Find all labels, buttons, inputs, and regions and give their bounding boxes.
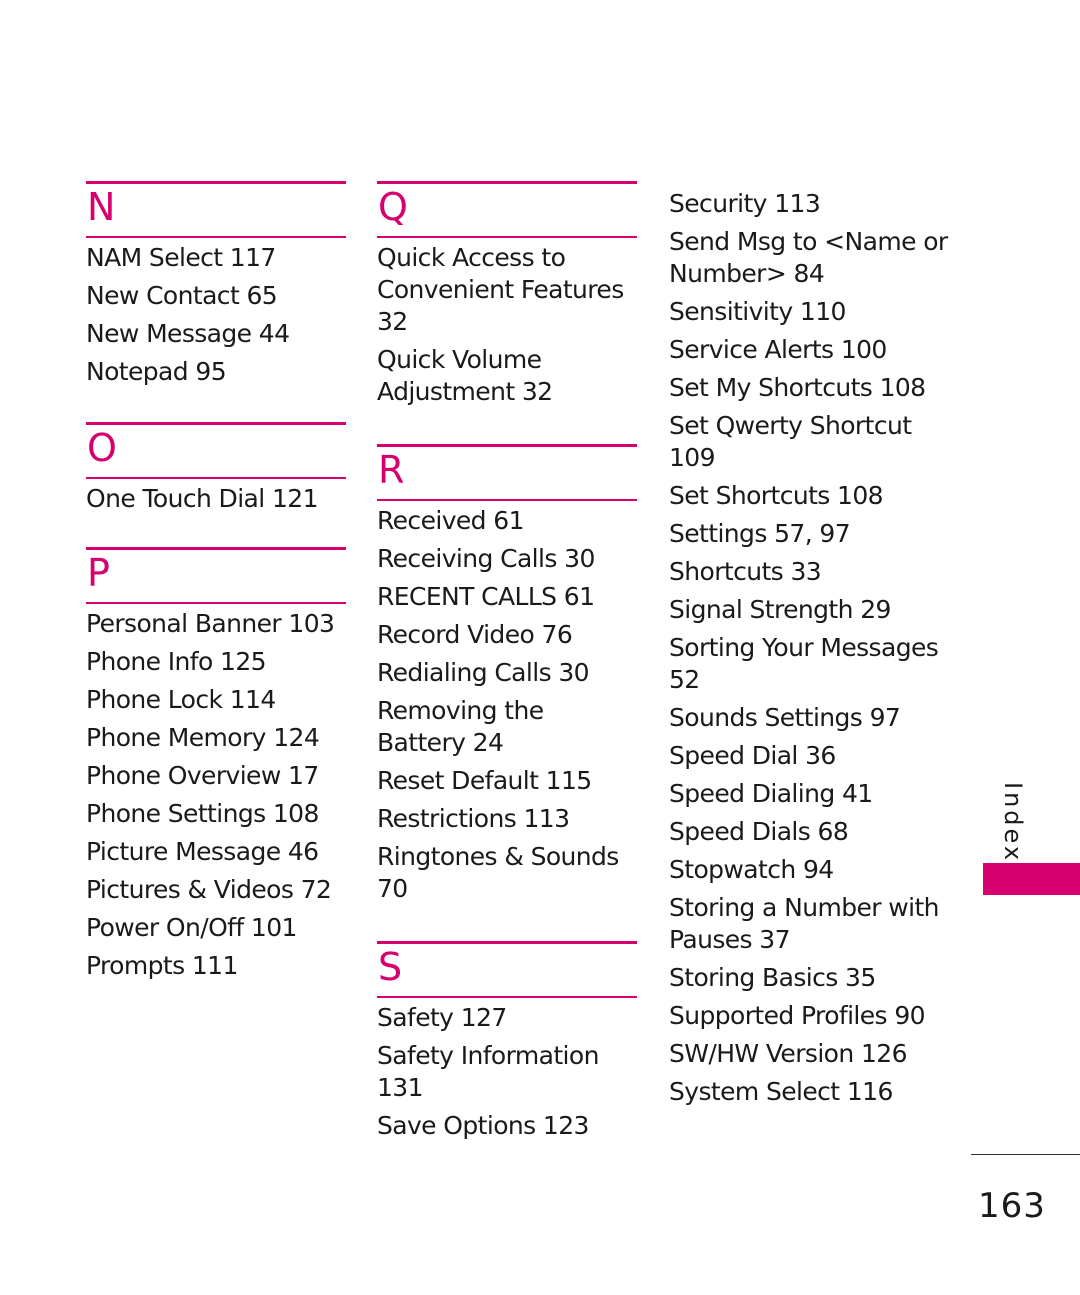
index-entry: Sorting Your Messages 52	[669, 633, 939, 694]
index-entry: Record Video 76	[377, 620, 573, 649]
section-rule-bottom	[377, 236, 637, 238]
index-entry: Quick Access to Convenient Features 32	[377, 243, 624, 336]
index-entry: Notepad 95	[86, 357, 227, 386]
section-letter: Q	[378, 185, 408, 229]
index-column-2: Q Quick Access to Convenient Features 32…	[377, 181, 637, 1148]
index-section-s: S Safety 127 Safety Information 131 Save…	[377, 941, 637, 1142]
index-entry: Phone Settings 108	[86, 799, 319, 828]
index-entry: Storing Basics 35	[669, 963, 876, 992]
index-column-3: Security 113 Send Msg to <Name or Number…	[669, 188, 949, 1114]
index-entry: SW/HW Version 126	[669, 1039, 907, 1068]
footer-rule	[971, 1154, 1080, 1155]
index-entry: Personal Banner 103	[86, 609, 335, 638]
index-section-o: O One Touch Dial 121	[86, 422, 346, 515]
index-entry: Set Shortcuts 108	[669, 481, 884, 510]
index-entry: RECENT CALLS 61	[377, 582, 595, 611]
index-entry: System Select 116	[669, 1077, 893, 1106]
index-entry: NAM Select 117	[86, 243, 276, 272]
index-entry: Sounds Settings 97	[669, 703, 901, 732]
index-entry: Removing the Battery 24	[377, 696, 544, 757]
index-entry: Security 113	[669, 189, 821, 218]
section-rule-bottom	[377, 499, 637, 501]
section-rule-bottom	[377, 996, 637, 998]
index-entry: Safety 127	[377, 1003, 507, 1032]
index-entry: Stopwatch 94	[669, 855, 834, 884]
index-entry: Prompts 111	[86, 951, 238, 980]
index-entry: Supported Profiles 90	[669, 1001, 926, 1030]
index-entry: Receiving Calls 30	[377, 544, 595, 573]
index-entry: Storing a Number with Pauses 37	[669, 893, 940, 954]
index-entry: Signal Strength 29	[669, 595, 891, 624]
section-letter: R	[378, 448, 405, 492]
index-entry: Reset Default 115	[377, 766, 592, 795]
index-column-1: N NAM Select 117 New Contact 65 New Mess…	[86, 181, 346, 988]
section-letter: P	[87, 551, 110, 595]
index-section-q: Q Quick Access to Convenient Features 32…	[377, 181, 637, 408]
index-section-p: P Personal Banner 103 Phone Info 125 Pho…	[86, 547, 346, 982]
index-entry: Phone Overview 17	[86, 761, 319, 790]
index-entry: Phone Info 125	[86, 647, 267, 676]
section-rule-bottom	[86, 236, 346, 238]
index-entry: Shortcuts 33	[669, 557, 822, 586]
index-entry: Settings 57, 97	[669, 519, 851, 548]
index-section-n: N NAM Select 117 New Contact 65 New Mess…	[86, 181, 346, 388]
index-entry: Set Qwerty Shortcut 109	[669, 411, 912, 472]
page-number: 163	[978, 1186, 1046, 1226]
section-rule-bottom	[86, 477, 346, 479]
index-entry: New Message 44	[86, 319, 290, 348]
section-letter: O	[87, 426, 117, 470]
index-entry: Speed Dial 36	[669, 741, 836, 770]
index-entry: Speed Dials 68	[669, 817, 849, 846]
index-entry: Restrictions 113	[377, 804, 570, 833]
section-letter: S	[378, 945, 403, 989]
index-entry: Ringtones & Sounds 70	[377, 842, 619, 903]
index-entry: Picture Message 46	[86, 837, 319, 866]
index-entry: Set My Shortcuts 108	[669, 373, 926, 402]
index-entry: Speed Dialing 41	[669, 779, 873, 808]
index-entry: Sensitivity 110	[669, 297, 846, 326]
index-section-r: R Received 61 Receiving Calls 30 RECENT …	[377, 444, 637, 905]
index-entry: Received 61	[377, 506, 525, 535]
index-entry: Service Alerts 100	[669, 335, 887, 364]
side-tab-label: Index	[999, 782, 1027, 864]
section-letter: N	[87, 185, 116, 229]
index-entry: Quick Volume Adjustment 32	[377, 345, 553, 406]
index-entry: Phone Lock 114	[86, 685, 276, 714]
index-entry: Send Msg to <Name or Number> 84	[669, 227, 948, 288]
side-tab-marker	[983, 863, 1080, 895]
index-entry: Phone Memory 124	[86, 723, 320, 752]
index-entry: Redialing Calls 30	[377, 658, 590, 687]
index-entry: Save Options 123	[377, 1111, 589, 1140]
section-rule-bottom	[86, 602, 346, 604]
index-entry: New Contact 65	[86, 281, 278, 310]
index-entry: Safety Information 131	[377, 1041, 599, 1102]
index-entry: One Touch Dial 121	[86, 484, 318, 513]
index-entry: Pictures & Videos 72	[86, 875, 332, 904]
index-entry: Power On/Off 101	[86, 913, 297, 942]
